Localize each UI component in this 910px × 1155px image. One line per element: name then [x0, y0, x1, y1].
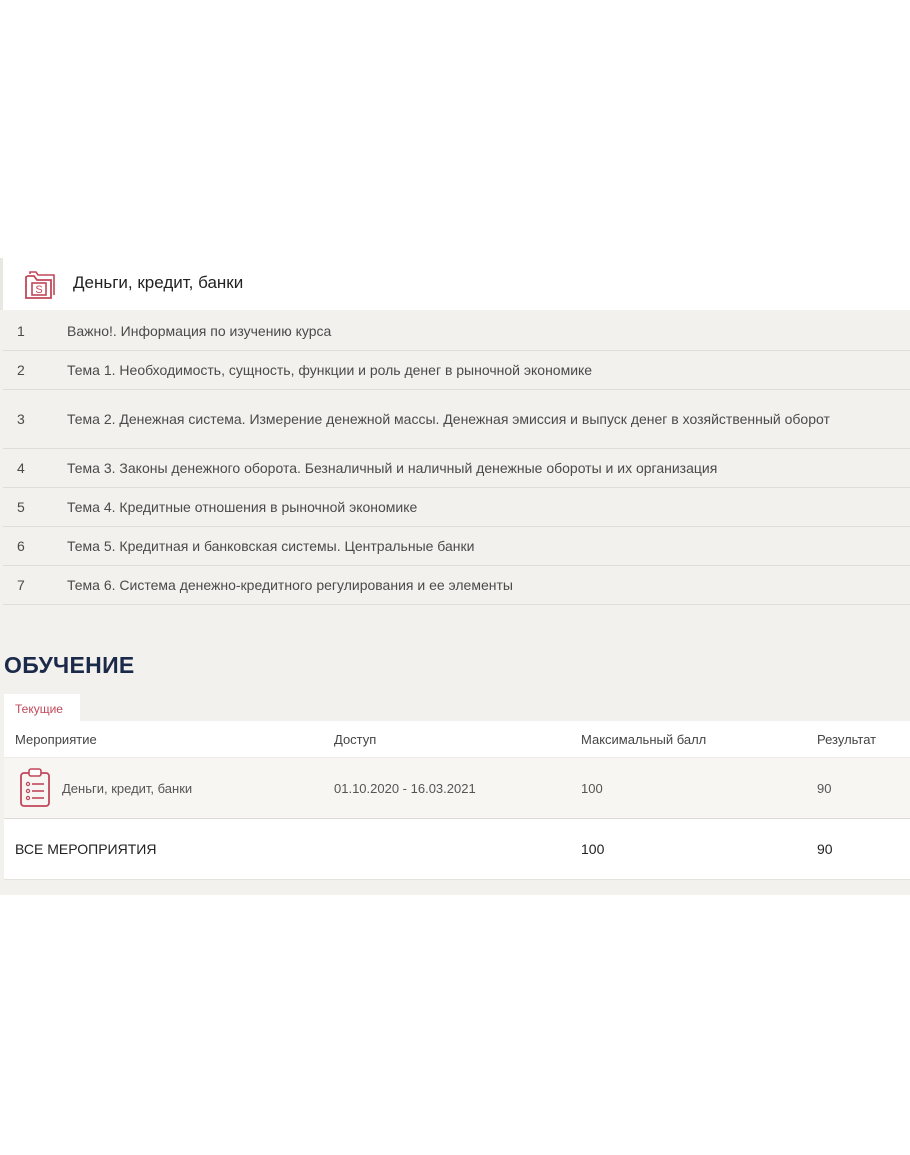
topic-title[interactable]: Важно!. Информация по изучению курса [67, 321, 910, 341]
topic-title[interactable]: Тема 2. Денежная система. Измерение дене… [67, 409, 910, 429]
topic-number: 3 [17, 411, 25, 427]
topic-title[interactable]: Тема 6. Система денежно-кредитного регул… [67, 575, 910, 595]
money-folder-icon: S [25, 271, 55, 299]
header-max-score: Максимальный балл [581, 731, 707, 747]
learning-table: Мероприятие Доступ Максимальный балл Рез… [4, 721, 910, 880]
topic-number: 4 [17, 460, 25, 476]
topic-row[interactable]: 2 Тема 1. Необходимость, сущность, функц… [3, 351, 910, 390]
topic-row[interactable]: 6 Тема 5. Кредитная и банковская системы… [3, 527, 910, 566]
clipboard-list-icon [20, 768, 50, 807]
topic-number: 5 [17, 499, 25, 515]
course-title[interactable]: Деньги, кредит, банки [73, 273, 243, 293]
topic-number: 1 [17, 323, 25, 339]
topic-number: 2 [17, 362, 25, 378]
svg-text:S: S [35, 284, 42, 296]
max-score-cell: 100 [581, 780, 603, 796]
event-name[interactable]: Деньги, кредит, банки [62, 781, 192, 796]
total-max-score: 100 [581, 841, 605, 857]
table-header: Мероприятие Доступ Максимальный балл Рез… [4, 721, 910, 757]
header-result: Результат [817, 731, 877, 747]
topic-row[interactable]: 7 Тема 6. Система денежно-кредитного рег… [3, 566, 910, 605]
topic-number: 6 [17, 538, 25, 554]
access-cell: 01.10.2020 - 16.03.2021 [334, 780, 476, 796]
event-cell: Деньги, кредит, банки [4, 767, 334, 809]
topic-title[interactable]: Тема 1. Необходимость, сущность, функции… [67, 360, 910, 380]
course-panel: S Деньги, кредит, банки 1 Важно!. Информ… [0, 258, 910, 895]
topic-row[interactable]: 4 Тема 3. Законы денежного оборота. Безн… [3, 449, 910, 488]
tab-current[interactable]: Текущие [4, 694, 80, 722]
header-access: Доступ [334, 731, 377, 747]
result-cell: 90 [817, 780, 832, 796]
topic-row[interactable]: 3 Тема 2. Денежная система. Измерение де… [3, 390, 910, 449]
topic-row[interactable]: 5 Тема 4. Кредитные отношения в рыночной… [3, 488, 910, 527]
table-row[interactable]: Деньги, кредит, банки 01.10.2020 - 16.03… [4, 757, 910, 819]
topic-number: 7 [17, 577, 25, 593]
header-event: Мероприятие [15, 731, 97, 747]
topic-title[interactable]: Тема 5. Кредитная и банковская системы. … [67, 536, 910, 556]
topic-list: 1 Важно!. Информация по изучению курса 2… [3, 312, 910, 605]
topic-title[interactable]: Тема 3. Законы денежного оборота. Безнал… [67, 458, 910, 478]
topic-title[interactable]: Тема 4. Кредитные отношения в рыночной э… [67, 497, 910, 517]
total-result: 90 [817, 841, 833, 857]
total-label: ВСЕ МЕРОПРИЯТИЯ [15, 841, 157, 857]
topic-row[interactable]: 1 Важно!. Информация по изучению курса [3, 312, 910, 351]
table-total-row: ВСЕ МЕРОПРИЯТИЯ 100 90 [4, 819, 910, 880]
section-title: ОБУЧЕНИЕ [4, 652, 135, 678]
course-header: S Деньги, кредит, банки [0, 258, 910, 310]
